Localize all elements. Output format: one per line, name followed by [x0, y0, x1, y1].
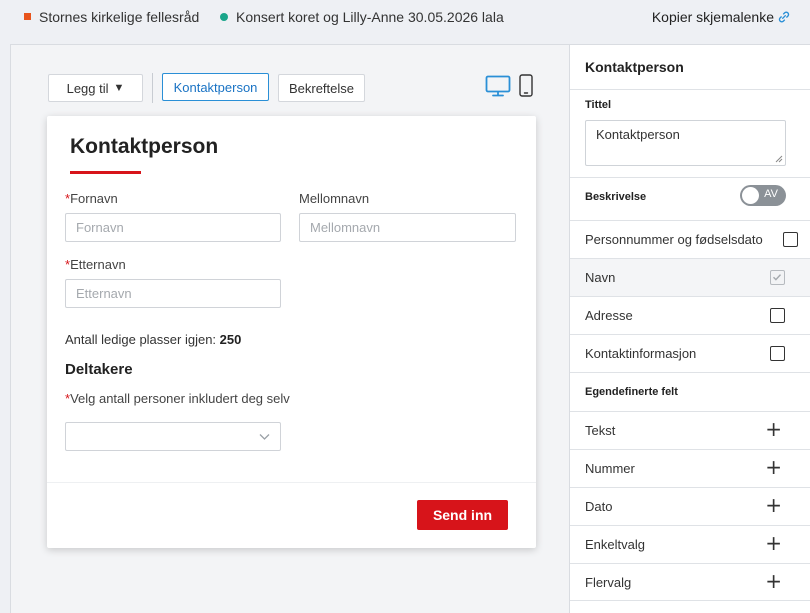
- checkmark-icon: [773, 274, 782, 281]
- form-title-underline: [70, 171, 141, 174]
- custom-fields-header: Egendefinerte felt: [570, 372, 810, 411]
- properties-panel: Kontaktperson Tittel Kontaktperson Beskr…: [569, 44, 810, 613]
- etternavn-label: *Etternavn: [65, 257, 126, 272]
- etternavn-input[interactable]: Etternavn: [65, 279, 281, 308]
- participants-label-text: Velg antall personer inkludert deg selv: [70, 391, 290, 406]
- form-title: Kontaktperson: [70, 135, 219, 158]
- desktop-icon[interactable]: [485, 75, 511, 97]
- etternavn-label-text: Etternavn: [70, 257, 126, 272]
- submit-button[interactable]: Send inn: [417, 500, 508, 530]
- plus-icon[interactable]: +: [765, 533, 782, 553]
- form-canvas: Legg til ▼ Kontaktperson Bekreftelse Kon…: [10, 44, 570, 613]
- custom-field-dato[interactable]: Dato +: [570, 487, 810, 525]
- custom-field-label: Nummer: [585, 461, 635, 476]
- custom-field-enkeltvalg[interactable]: Enkeltvalg +: [570, 525, 810, 563]
- tab-kontaktperson[interactable]: Kontaktperson: [162, 73, 269, 101]
- fornavn-input[interactable]: Fornavn: [65, 213, 281, 242]
- custom-field-tekst[interactable]: Tekst +: [570, 411, 810, 449]
- toggle-knob: [742, 187, 759, 204]
- plus-icon[interactable]: +: [765, 457, 782, 477]
- resize-grip-icon[interactable]: [775, 155, 783, 163]
- event-name: Konsert koret og Lilly-Anne 30.05.2026 l…: [236, 9, 504, 25]
- custom-field-nummer[interactable]: Nummer +: [570, 449, 810, 487]
- link-icon: [778, 11, 790, 23]
- available-seats: Antall ledige plasser igjen: 250: [65, 332, 241, 347]
- add-element-label: Legg til: [66, 80, 109, 96]
- description-toggle[interactable]: AV: [740, 185, 786, 206]
- title-field-label: Tittel: [585, 99, 612, 111]
- custom-field-label: Dato: [585, 499, 613, 514]
- available-seats-value: 250: [219, 332, 242, 347]
- copy-form-link-label: Kopier skjemalenke: [651, 9, 774, 25]
- organization-name: Stornes kirkelige fellesråd: [39, 9, 200, 25]
- toolbar-divider: [152, 73, 153, 103]
- add-element-button[interactable]: Legg til ▼: [48, 74, 143, 102]
- copy-form-link[interactable]: Kopier skjemalenke: [652, 9, 791, 25]
- fornavn-label-text: Fornavn: [70, 191, 118, 206]
- available-seats-label: Antall ledige plasser igjen:: [65, 332, 217, 347]
- option-row-kontaktinformasjon[interactable]: Kontaktinformasjon: [570, 334, 810, 372]
- title-field-value: Kontaktperson: [596, 127, 680, 142]
- caret-down-icon: ▼: [113, 82, 125, 94]
- plus-icon[interactable]: +: [765, 571, 782, 591]
- custom-field-label: Tekst: [585, 423, 616, 438]
- option-label: Navn: [585, 270, 616, 285]
- description-label: Beskrivelse: [585, 191, 647, 203]
- form-card: Kontaktperson *Fornavn Fornavn Mellomnav…: [47, 116, 536, 548]
- option-label: Kontaktinformasjon: [585, 346, 697, 361]
- option-label: Adresse: [585, 308, 633, 323]
- mobile-icon[interactable]: [519, 74, 533, 97]
- description-toggle-state: AV: [764, 188, 778, 200]
- participants-section-title: Deltakere: [65, 361, 133, 378]
- custom-field-label: Flervalg: [585, 575, 632, 590]
- option-label: Personnummer og fødselsdato: [585, 232, 763, 247]
- organization-marker-icon: [24, 13, 31, 20]
- navn-checkbox[interactable]: [770, 270, 785, 285]
- participants-label: *Velg antall personer inkludert deg selv: [65, 391, 290, 406]
- option-row-navn[interactable]: Navn: [570, 258, 810, 296]
- tab-bekreftelse[interactable]: Bekreftelse: [278, 74, 365, 102]
- custom-field-label: Enkeltvalg: [585, 537, 645, 552]
- mellomnavn-label: Mellomnavn: [299, 191, 370, 206]
- custom-field-flervalg[interactable]: Flervalg +: [570, 563, 810, 601]
- top-bar: Stornes kirkelige fellesråd Konsert kore…: [0, 0, 810, 36]
- option-row-personnummer[interactable]: Personnummer og fødselsdato: [570, 220, 810, 258]
- panel-title: Kontaktperson: [585, 59, 684, 75]
- fornavn-label: *Fornavn: [65, 191, 118, 206]
- plus-icon[interactable]: +: [765, 495, 782, 515]
- mellomnavn-input[interactable]: Mellomnavn: [299, 213, 516, 242]
- custom-fields-label: Egendefinerte felt: [585, 386, 678, 398]
- chevron-down-icon: [259, 434, 270, 440]
- event-status-dot-icon: [220, 13, 228, 21]
- title-field-input[interactable]: Kontaktperson: [585, 120, 786, 166]
- form-footer-divider: [47, 482, 536, 483]
- participants-select[interactable]: [65, 422, 281, 451]
- kontaktinformasjon-checkbox[interactable]: [770, 346, 785, 361]
- personnummer-checkbox[interactable]: [783, 232, 798, 247]
- adresse-checkbox[interactable]: [770, 308, 785, 323]
- option-row-adresse[interactable]: Adresse: [570, 296, 810, 334]
- plus-icon[interactable]: +: [765, 419, 782, 439]
